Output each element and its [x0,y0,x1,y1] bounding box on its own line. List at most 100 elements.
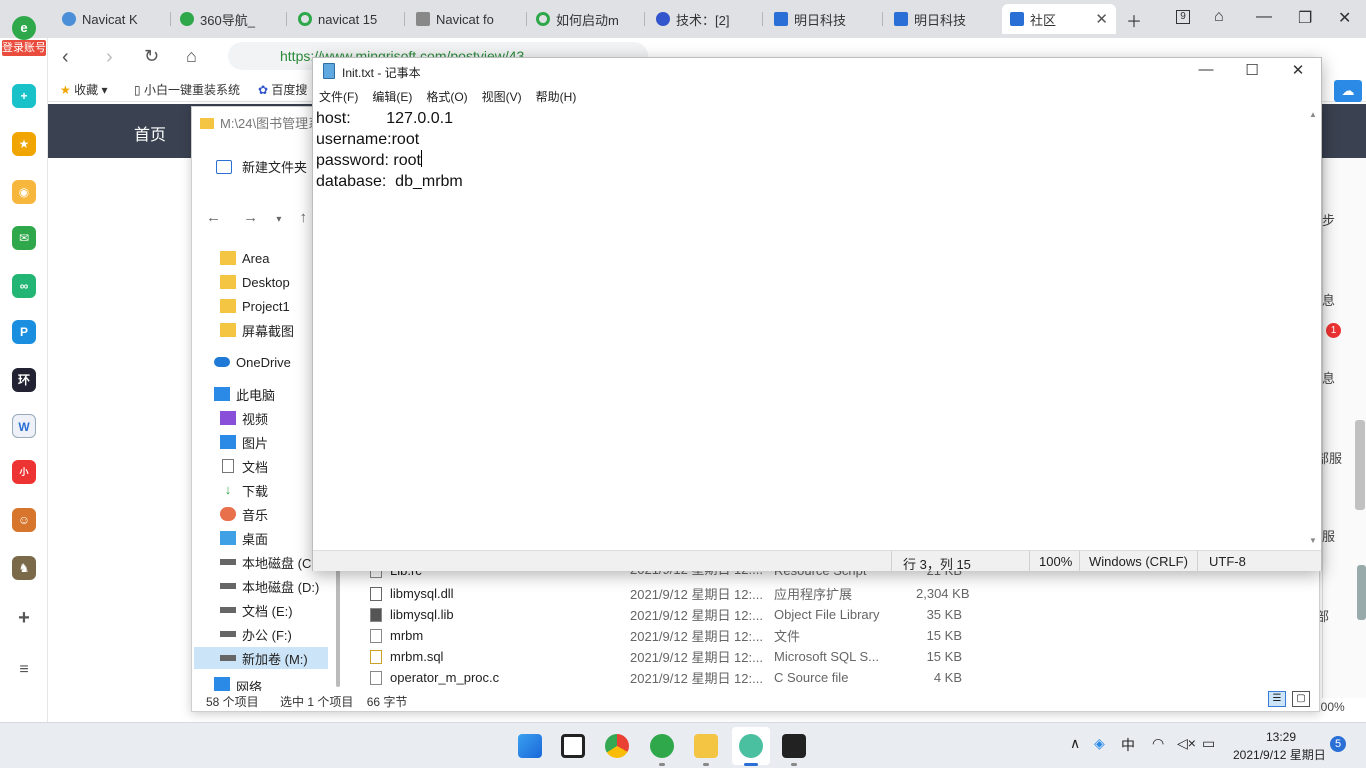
scroll-down-icon[interactable]: ▼ [1309,536,1317,545]
browser-tab[interactable]: 如何启动m [528,4,642,34]
cloud-icon[interactable]: ☁ [1334,80,1362,102]
menu-edit[interactable]: 编辑(E) [366,86,418,106]
word-icon[interactable]: W [12,414,36,438]
chevron-down-icon[interactable]: ▾ [276,214,281,225]
tree-item-network[interactable]: 网络 [214,677,262,691]
new-tab-icon[interactable]: ＋ [1126,8,1142,32]
game-icon[interactable]: ☺ [12,508,36,532]
minimize-icon[interactable]: — [1256,8,1272,26]
clock-time[interactable]: 13:29 [1266,730,1296,744]
favorites-button[interactable]: ★ 收藏 ▾ [60,81,107,98]
file-explorer-icon[interactable] [694,734,718,758]
browser-tab[interactable]: 明日科技 [766,4,880,34]
details-view-icon[interactable]: ☰ [1268,691,1286,707]
tree-item-drive-m[interactable]: 新加卷 (M:) [194,647,328,669]
browser-tab[interactable]: 明日科技 [886,4,1000,34]
file-row[interactable]: libmysql.dll 2021/9/12 星期日 12:... 应用程序扩展 2,… [370,583,990,604]
tree-item-drive-e[interactable]: 文档 (E:) [220,599,293,621]
new-folder-button[interactable]: 新建文件夹 [216,157,307,176]
tree-item-drive-c[interactable]: 本地磁盘 (C:) [220,551,319,573]
weibo-icon[interactable]: ◉ [12,180,36,204]
battery-icon[interactable]: ▭ [1202,735,1215,752]
app-icon[interactable]: 环 [12,368,36,392]
right-panel-item[interactable]: 服 [1322,526,1335,545]
right-panel-item[interactable]: 步 [1322,210,1335,229]
close-icon[interactable]: ✕ [1338,8,1351,28]
tree-item-downloads[interactable]: ↓ 下载 [220,479,268,501]
text-editor[interactable]: host: 127.0.0.1 username:root password: … [316,108,1306,548]
terminal-icon[interactable] [782,734,806,758]
tree-item-pictures[interactable]: 图片 [220,431,268,453]
large-icons-view-icon[interactable]: ▢ [1292,691,1310,707]
tree-item-drive-d[interactable]: 本地磁盘 (D:) [220,575,319,597]
link-icon[interactable]: ∞ [12,274,36,298]
tree-item-music[interactable]: 音乐 [220,503,268,525]
login-badge[interactable]: 登录账号 [2,40,46,56]
file-row[interactable]: operator_m_proc.c 2021/9/12 星期日 12:... C S… [370,667,990,688]
forward-icon[interactable]: → [243,209,258,226]
refresh-icon[interactable]: ↻ [144,46,159,67]
task-view-icon[interactable] [561,734,585,758]
browser-tab-active[interactable]: 社区 ✕ [1002,4,1116,34]
tree-item-desktop-folder[interactable]: Desktop [220,271,290,293]
tab-count-icon[interactable]: 9 [1176,10,1190,24]
tree-item-drive-f[interactable]: 办公 (F:) [220,623,292,645]
add-icon[interactable]: + [12,606,36,630]
browser-tab[interactable]: 技术：[2] [648,4,760,34]
page-scrollbar[interactable] [1355,420,1365,510]
site-home-link[interactable]: 首页 [134,121,166,145]
notepad-app-icon[interactable] [739,734,763,758]
back-icon[interactable]: ← [206,209,221,226]
menu-icon[interactable]: ≡ [12,658,36,682]
file-row[interactable]: libmysql.lib 2021/9/12 星期日 12:... Object F… [370,604,990,625]
clock-date[interactable]: 2021/9/12 星期日 [1233,746,1326,763]
app-icon[interactable]: P [12,320,36,344]
close-tab-icon[interactable]: ✕ [1095,10,1108,28]
tree-item-screenshots[interactable]: 屏幕截图 [220,319,294,341]
scroll-up-icon[interactable]: ▲ [1309,110,1317,119]
bookmark-item[interactable]: ▯ 小白一键重装系统 [134,81,240,98]
up-icon[interactable]: ↑ [300,209,308,226]
forward-icon[interactable]: › [106,46,113,69]
minimize-icon[interactable]: — [1191,61,1221,78]
start-icon[interactable] [518,734,542,758]
security-icon[interactable]: ◈ [1094,735,1105,752]
file-row[interactable]: mrbm 2021/9/12 星期日 12:... 文件 15 KB [370,625,990,646]
close-icon[interactable]: ✕ [1283,61,1313,79]
star-icon[interactable]: ★ [12,132,36,156]
tree-item-desktop[interactable]: 桌面 [220,527,268,549]
browser-tab[interactable]: Navicat fo [408,4,524,34]
tree-item-this-pc[interactable]: 此电脑 [214,383,275,405]
menu-file[interactable]: 文件(F) [313,86,364,106]
shirt-icon[interactable]: ⌂ [1214,8,1224,26]
home-icon[interactable]: ⌂ [186,46,197,67]
tree-item-onedrive[interactable]: OneDrive [214,351,291,373]
browser-tab[interactable]: Navicat K [54,4,170,34]
menu-help[interactable]: 帮助(H) [530,86,583,106]
mail-icon[interactable]: ✉ [12,226,36,250]
page-scrollbar[interactable] [1357,565,1366,620]
wifi-icon[interactable]: ◠ [1152,735,1164,752]
menu-view[interactable]: 视图(V) [476,86,528,106]
ime-indicator[interactable]: 中 [1121,735,1135,755]
back-icon[interactable]: ‹ [62,46,69,69]
browser-tab[interactable]: navicat 15 [290,4,402,34]
vertical-scrollbar[interactable]: ▲ ▼ [1306,108,1321,548]
navigation-scrollbar[interactable] [336,567,340,687]
tree-item-documents[interactable]: 文档 [220,455,268,477]
browser-tab[interactable]: 360导航_ [172,4,284,34]
menu-format[interactable]: 格式(O) [420,86,473,106]
tree-item-videos[interactable]: 视频 [220,407,268,429]
notification-badge[interactable]: 5 [1330,736,1346,752]
360-browser-icon[interactable] [650,734,674,758]
game-icon[interactable]: ♞ [12,556,36,580]
right-panel-item[interactable]: 息 [1322,290,1335,309]
file-row[interactable]: mrbm.sql 2021/9/12 星期日 12:... Microsoft SQ… [370,646,990,667]
app-icon[interactable]: 小 [12,460,36,484]
plus-app-icon[interactable]: + [12,84,36,108]
restore-icon[interactable]: ❐ [1298,8,1312,28]
tree-item-area[interactable]: Area [220,247,269,269]
bookmark-item[interactable]: ✿ 百度搜 [258,81,307,98]
maximize-icon[interactable]: ☐ [1237,61,1267,79]
chrome-icon[interactable] [605,734,629,758]
